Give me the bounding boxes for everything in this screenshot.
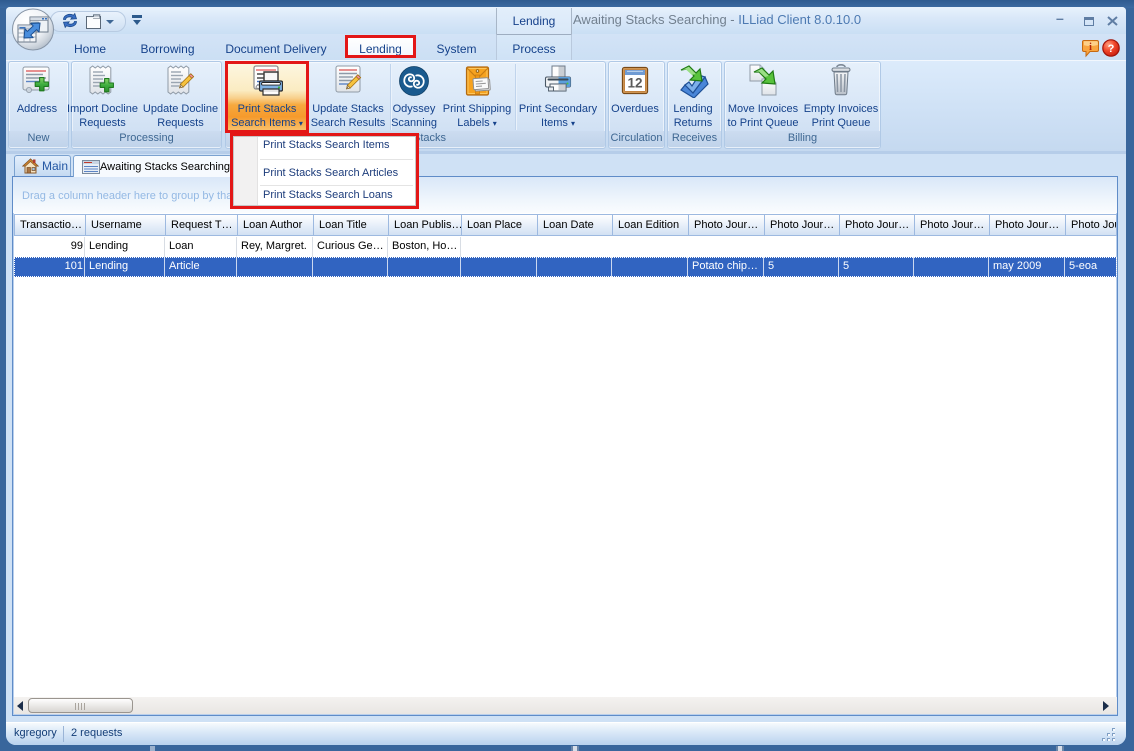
- svg-text:i: i: [1089, 42, 1092, 53]
- svg-text:?: ?: [1108, 43, 1115, 55]
- svg-text:12: 12: [627, 76, 642, 91]
